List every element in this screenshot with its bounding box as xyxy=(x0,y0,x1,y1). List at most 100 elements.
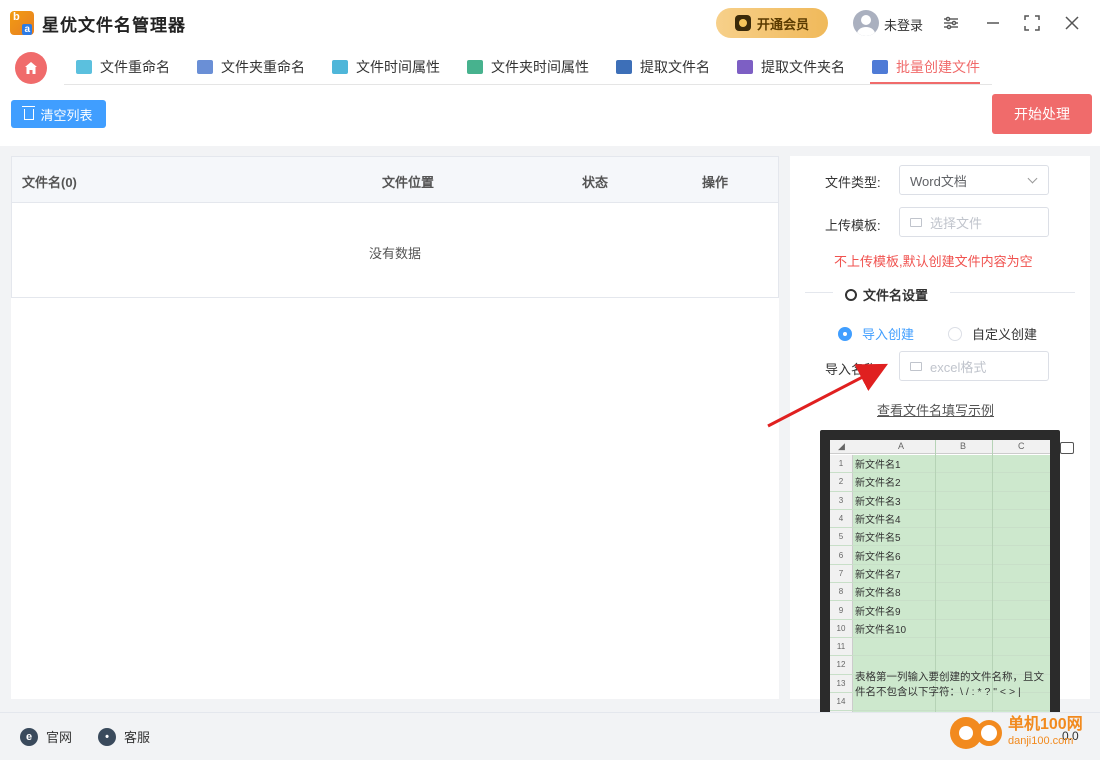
radio-custom-label: 自定义创建 xyxy=(972,327,1038,342)
extract-filename-icon xyxy=(616,60,632,74)
gear-icon xyxy=(845,288,857,301)
vip-label: 开通会员 xyxy=(756,16,809,32)
home-button[interactable] xyxy=(15,52,47,84)
title-bar: ba 星优文件名管理器 开通会员 未登录 xyxy=(0,0,1100,46)
sheet-note: 表格第一列输入要创建的文件名称，且文件名不包含以下字符：\ / : * ? " … xyxy=(855,671,1044,698)
minimize-icon[interactable] xyxy=(982,12,1004,34)
tab-extract-foldername[interactable]: 提取文件夹名 xyxy=(737,56,845,78)
file-list-panel: 文件名(0) 文件位置 状态 操作 没有数据 xyxy=(11,156,779,699)
folder-rename-icon xyxy=(197,60,213,74)
maximize-icon[interactable] xyxy=(1021,12,1043,34)
settings-sliders-icon[interactable] xyxy=(940,12,962,34)
folder-icon xyxy=(910,217,922,227)
section-title-text: 文件名设置 xyxy=(863,288,929,303)
sheet-row: 9 新文件名9 xyxy=(830,601,1050,620)
cell-a: 新文件名5 xyxy=(853,528,1050,546)
tab-folder-rename[interactable]: 文件夹重命名 xyxy=(197,56,305,78)
tab-label: 文件夹重命名 xyxy=(221,59,305,75)
home-icon xyxy=(25,62,37,74)
support-label: 客服 xyxy=(124,730,151,745)
support-link[interactable]: • 客服 xyxy=(98,727,150,746)
sheet-row: 6 新文件名6 xyxy=(830,546,1050,565)
column-status: 状态 xyxy=(582,175,609,190)
folder-icon xyxy=(910,361,922,371)
sheet-column-header: ◢ A B C xyxy=(830,440,1050,454)
import-name-picker[interactable]: excel格式 xyxy=(899,351,1049,381)
chevron-down-icon xyxy=(1027,173,1038,184)
folder-time-icon xyxy=(467,60,483,74)
template-file-picker[interactable]: 选择文件 xyxy=(899,207,1049,237)
close-icon[interactable] xyxy=(1061,12,1083,34)
column-actions: 操作 xyxy=(702,175,729,190)
tab-file-rename[interactable]: 文件重命名 xyxy=(76,56,170,78)
template-placeholder: 选择文件 xyxy=(930,215,983,231)
file-type-select[interactable]: Word文档 xyxy=(899,165,1049,195)
column-filename: 文件名(0) xyxy=(22,175,77,190)
extract-foldername-icon xyxy=(737,60,753,74)
watermark-logo-ring-icon xyxy=(976,720,1002,746)
folder-open-icon xyxy=(1060,442,1074,454)
sheet-row: 1 新文件名1 xyxy=(830,455,1050,474)
watermark-brand: 单机100网 xyxy=(1008,716,1083,733)
import-name-label: 导入名称: xyxy=(825,362,881,377)
tab-label: 文件重命名 xyxy=(100,59,170,75)
tab-bar: 文件重命名 文件夹重命名 文件时间属性 文件夹时间属性 提取文件名 提取文件夹名… xyxy=(0,46,1100,90)
sheet-row: 2 新文件名2 xyxy=(830,473,1050,492)
tab-label: 批量创建文件 xyxy=(896,59,980,75)
avatar[interactable] xyxy=(853,10,879,36)
sheet-row: 10 新文件名10 xyxy=(830,619,1050,638)
file-type-label: 文件类型: xyxy=(825,175,881,190)
empty-state-text: 没有数据 xyxy=(368,246,421,261)
template-label: 上传模板: xyxy=(825,218,881,233)
file-type-value: Word文档 xyxy=(910,173,967,189)
column-b: B xyxy=(960,441,967,451)
footer: e 官网 • 客服 0.0 xyxy=(0,712,1100,760)
table-header: 文件名(0) 文件位置 状态 操作 xyxy=(12,157,778,203)
column-location: 文件位置 xyxy=(382,175,435,190)
file-rename-icon xyxy=(76,60,92,74)
filename-settings-title: 文件名设置 xyxy=(845,285,928,304)
active-tab-indicator xyxy=(870,82,980,84)
watermark-domain: danji100.com xyxy=(1008,735,1074,747)
crown-icon xyxy=(734,15,751,31)
radio-unchecked-icon xyxy=(948,326,962,341)
radio-checked-icon xyxy=(838,326,852,341)
sheet-row: 7 新文件名7 xyxy=(830,564,1050,584)
template-warning: 不上传模板,默认创建文件内容为空 xyxy=(834,254,1033,269)
login-status[interactable]: 未登录 xyxy=(884,15,923,34)
sheet-row: 3 新文件名3 xyxy=(830,491,1050,510)
cell-a: 新文件名4 xyxy=(853,509,1050,528)
tabs-divider xyxy=(64,84,992,85)
vip-button[interactable]: 开通会员 xyxy=(716,8,828,38)
cell-a: 新文件名7 xyxy=(853,564,1050,583)
import-name-placeholder: excel格式 xyxy=(930,359,987,375)
cell-a: 新文件名8 xyxy=(853,583,1050,601)
tab-file-time[interactable]: 文件时间属性 xyxy=(332,56,440,78)
browser-e-icon: e xyxy=(20,727,38,746)
tab-label: 提取文件夹名 xyxy=(761,59,845,75)
example-spreadsheet: ◢ A B C 1 新文件名1 2 新文件名2 3 新文件名3 4 新文件名4 5 新文件… xyxy=(830,440,1050,730)
app-logo-icon: ba xyxy=(10,11,34,35)
section-divider-left xyxy=(805,292,833,293)
cell-a: 新文件名1 xyxy=(853,455,1050,473)
toolbar: 清空列表 开始处理 xyxy=(0,90,1100,146)
radio-import-create[interactable]: 导入创建 xyxy=(838,324,914,343)
tab-batch-create[interactable]: 批量创建文件 xyxy=(872,56,980,78)
website-link[interactable]: e 官网 xyxy=(20,727,72,746)
start-processing-button[interactable]: 开始处理 xyxy=(992,94,1092,134)
chat-bubble-icon: • xyxy=(98,727,116,746)
tab-extract-filename[interactable]: 提取文件名 xyxy=(616,56,710,78)
section-divider-right xyxy=(950,292,1075,293)
file-table: 文件名(0) 文件位置 状态 操作 没有数据 xyxy=(11,156,779,298)
tab-folder-time[interactable]: 文件夹时间属性 xyxy=(467,56,589,78)
file-time-icon xyxy=(332,60,348,74)
radio-custom-create[interactable]: 自定义创建 xyxy=(948,324,1037,343)
sheet-row: 4 新文件名4 xyxy=(830,509,1050,529)
sheet-row: 8 新文件名8 xyxy=(830,583,1050,602)
app-title: 星优文件名管理器 xyxy=(42,15,186,35)
column-a: A xyxy=(898,441,905,451)
radio-import-label: 导入创建 xyxy=(862,327,915,342)
clear-list-button[interactable]: 清空列表 xyxy=(11,100,106,128)
cell-a: 新文件名3 xyxy=(853,491,1050,509)
view-example-link[interactable]: 查看文件名填写示例 xyxy=(877,400,994,419)
